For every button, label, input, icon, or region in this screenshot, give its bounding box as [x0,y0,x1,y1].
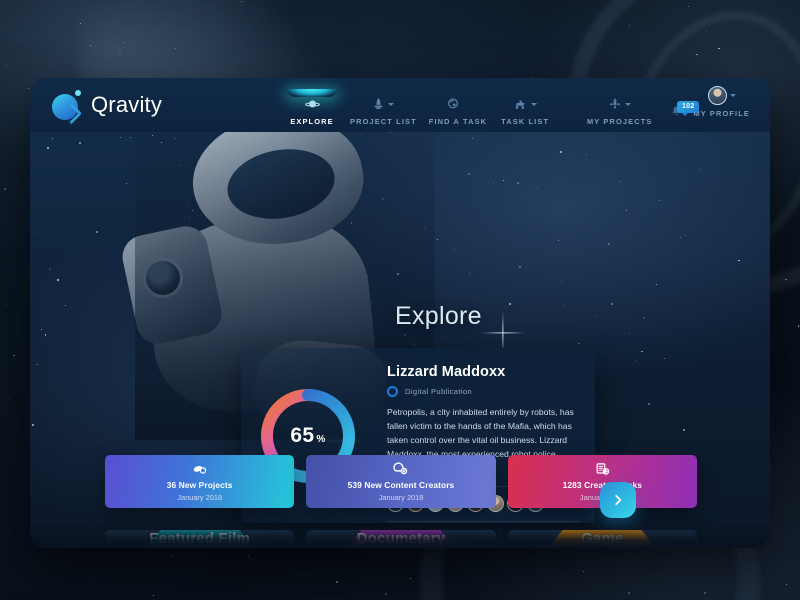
stat-card-new-projects[interactable]: 36 New Projects January 2018 [105,455,294,508]
nav-label-my-profile: MY PROFILE [693,109,750,118]
app-window: Qravity EXPLORE PROJECT LIST FIND A TASK… [30,78,770,548]
featured-card-title: Featured Film [105,530,294,547]
astronaut-icon [446,97,460,111]
nav-item-my-profile[interactable]: MY PROFILE [693,87,750,118]
nav-label-task-list: TASK LIST [501,117,549,126]
chevron-right-icon [611,493,625,507]
featured-categories-row: Featured Film TEAM TASKS [105,530,697,548]
planet-icon [305,97,320,112]
featured-card-title: Game [508,530,697,547]
nav-item-find-a-task[interactable]: FIND A TASK [423,95,493,126]
active-tab-indicator [287,89,337,97]
publication-ring-icon [387,386,398,397]
user-avatar-icon [708,86,727,105]
nav-item-task-list[interactable]: TASK LIST [493,95,557,126]
progress-number: 65 [290,424,314,448]
nav-label-my-projects: MY PROJECTS [587,117,653,126]
project-type-row: Digital Publication [387,386,579,397]
rover-icon [513,97,528,111]
nav-item-my-projects[interactable]: MY PROJECTS [581,95,659,126]
notifications-button[interactable]: 102 [666,105,693,118]
nav-item-project-list[interactable]: PROJECT LIST [344,95,423,126]
featured-card-game[interactable]: Game TEAM TASKS [508,530,697,548]
nav-label-explore: EXPLORE [290,117,333,126]
project-type-label: Digital Publication [405,387,472,396]
nav-items: EXPLORE PROJECT LIST FIND A TASK TASK LI… [280,78,666,132]
notification-badge: 102 [677,101,699,113]
featured-card-documentary[interactable]: Documetary TEAM TASKS [306,530,495,548]
new-creators-icon [392,462,409,477]
nav-item-explore[interactable]: EXPLORE [280,95,344,126]
stat-card-new-content-creators[interactable]: 539 New Content Creators January 2018 [306,455,495,508]
chevron-down-icon[interactable] [388,103,394,106]
next-project-button[interactable] [600,482,636,518]
created-tasks-icon [594,462,611,477]
featured-card-film[interactable]: Featured Film TEAM TASKS [105,530,294,548]
project-title: Lizzard Maddoxx [387,364,579,380]
brand-name: Qravity [91,92,162,118]
nav-label-find-a-task: FIND A TASK [429,117,487,126]
brand-logo[interactable]: Qravity [30,90,280,120]
page-title: Explore [395,302,482,331]
nav-label-project-list: PROJECT LIST [350,117,417,126]
progress-unit: % [316,428,325,445]
satellite-icon [608,97,622,111]
chevron-down-icon[interactable] [531,103,537,106]
chevron-down-icon[interactable] [625,103,631,106]
qravity-droplet-icon [52,90,82,120]
stat-card-title: 539 New Content Creators [348,480,455,490]
featured-card-title: Documetary [306,530,495,547]
top-navigation-bar: Qravity EXPLORE PROJECT LIST FIND A TASK… [30,78,770,132]
rocket-icon [372,97,385,111]
new-projects-icon [191,462,208,477]
chevron-down-icon[interactable] [730,94,736,97]
stat-card-title: 36 New Projects [167,480,233,490]
stat-card-subtitle: January 2018 [177,493,222,502]
main-content-area: Explore 65 % Lizzard Maddoxx Digital Pub… [30,132,770,548]
stat-card-subtitle: January 2018 [379,493,424,502]
nav-right-cluster: 102 MY PROFILE [666,87,770,124]
